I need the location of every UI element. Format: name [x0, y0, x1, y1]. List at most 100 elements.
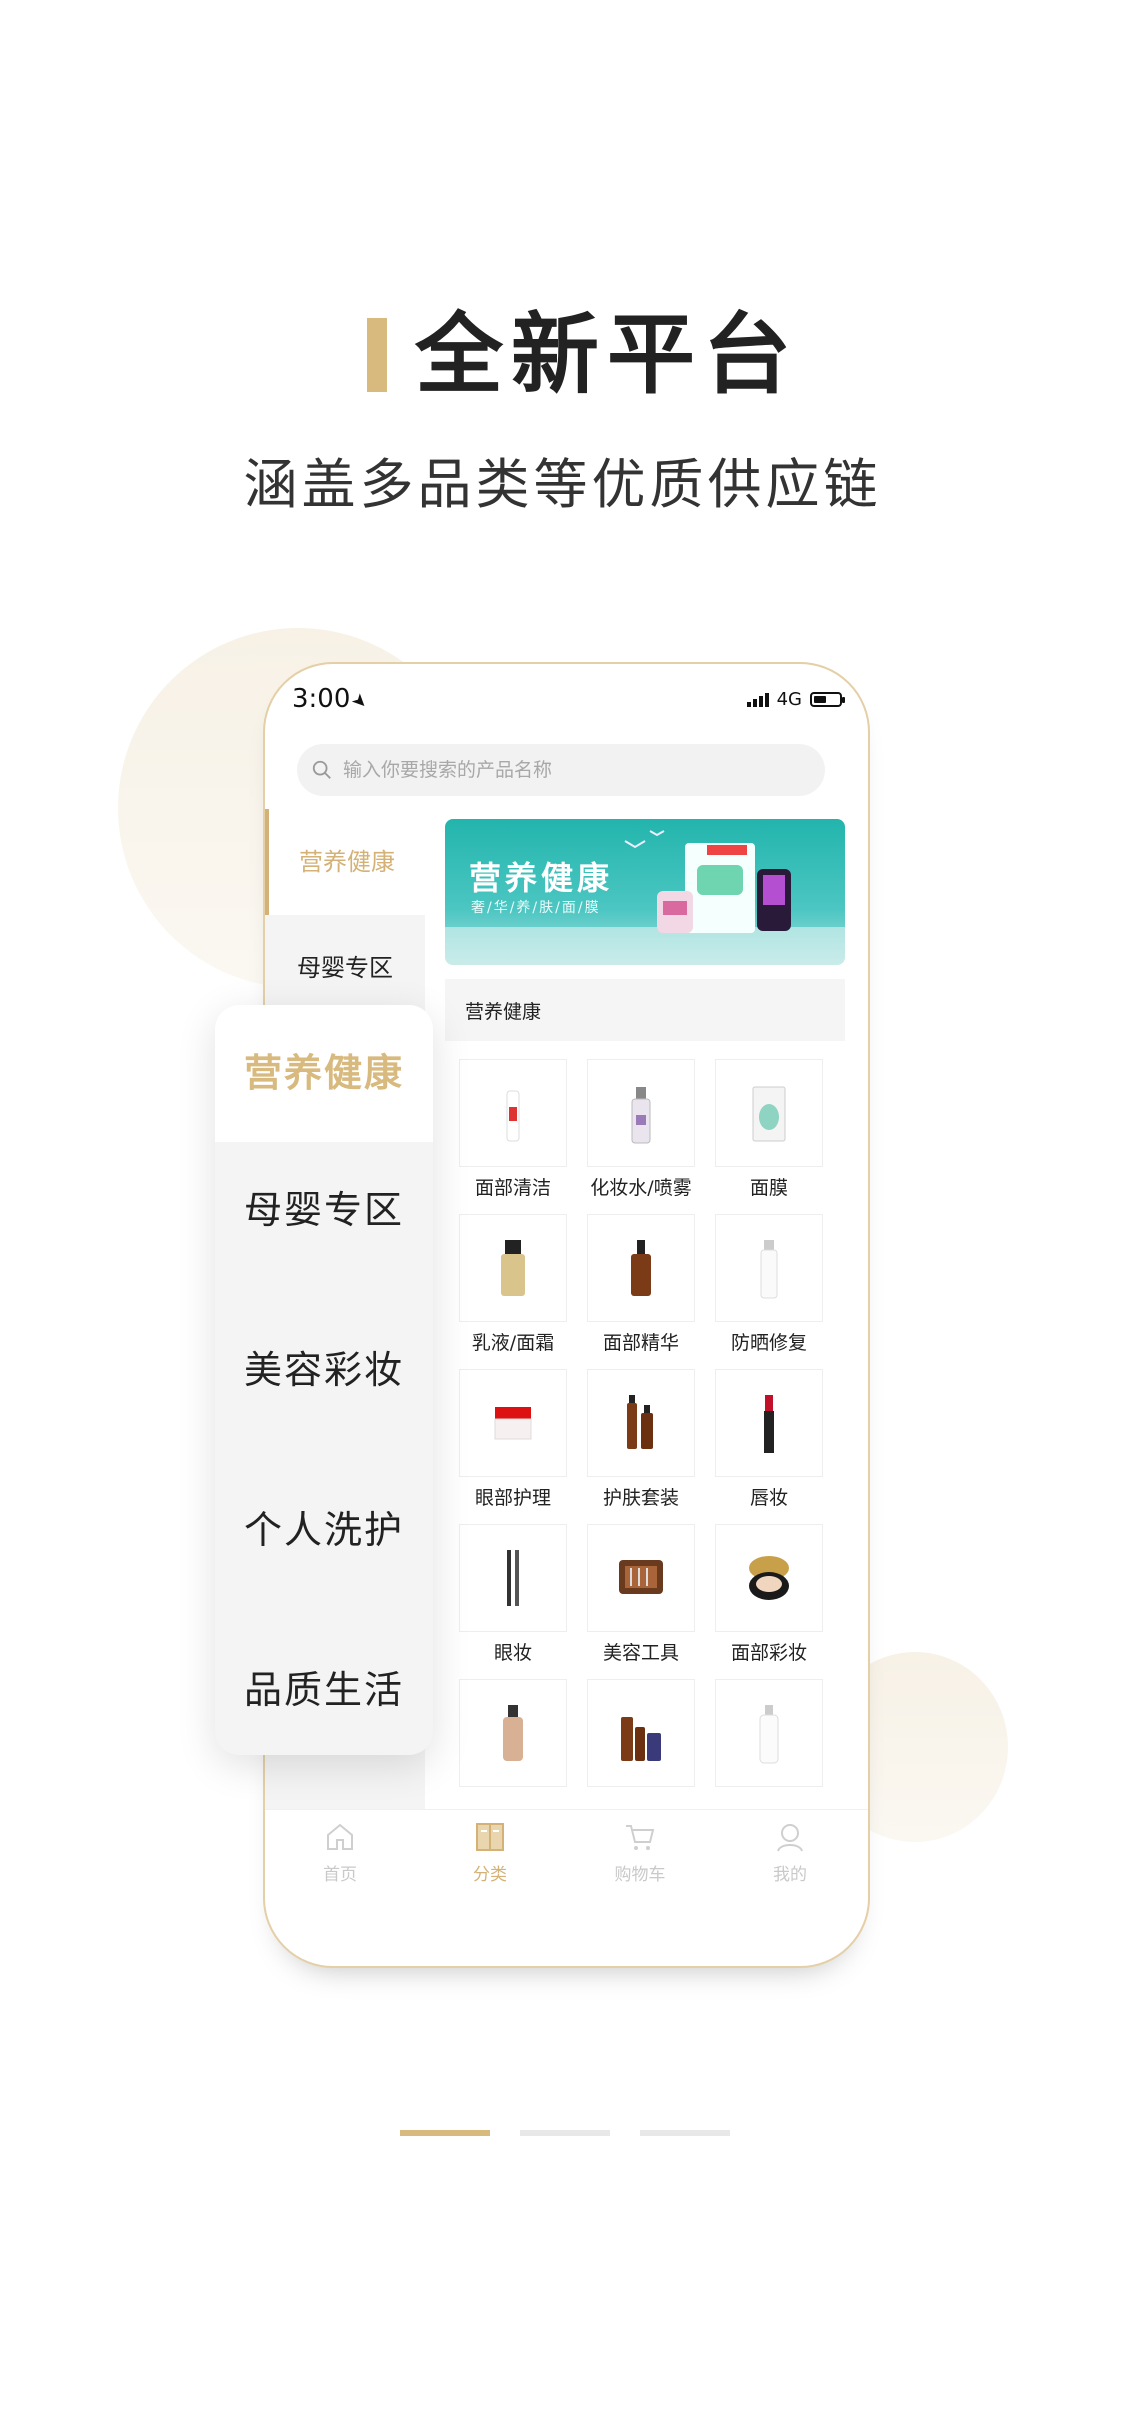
lotion-bottle-icon	[759, 1705, 779, 1764]
product-thumbnail	[715, 1369, 823, 1477]
page-indicator-dot	[400, 2130, 490, 2136]
tab-profile[interactable]: 我的	[715, 1820, 865, 1885]
product-cell[interactable]: 防晒修复	[711, 1214, 827, 1364]
tab-label: 我的	[773, 1865, 807, 1885]
product-thumbnail	[587, 1369, 695, 1477]
signal-icon	[746, 691, 769, 707]
product-cell[interactable]: 面部清洁	[455, 1059, 571, 1209]
skincare-set-icon	[627, 1395, 653, 1449]
category-popout: 营养健康 母婴专区美容彩妆个人洗护品质生活	[215, 1005, 433, 1755]
sunscreen-tube-icon	[760, 1240, 778, 1299]
popout-item[interactable]: 个人洗护	[215, 1462, 433, 1599]
eyeliner-icon	[507, 1550, 519, 1606]
foundation-bottle-icon	[503, 1705, 523, 1761]
lipstick-icon	[764, 1395, 774, 1453]
tab-label: 购物车	[614, 1865, 666, 1885]
eye-cream-jar-icon	[494, 1407, 532, 1440]
product-thumbnail	[715, 1214, 823, 1322]
product-label: 眼妆	[493, 1642, 532, 1664]
popout-item[interactable]: 母婴专区	[215, 1142, 433, 1279]
product-label: 美容工具	[602, 1642, 679, 1664]
page-indicator-dot	[640, 2130, 730, 2136]
popout-item[interactable]: 品质生活	[215, 1622, 433, 1755]
tab-cart[interactable]: 购物车	[565, 1820, 715, 1885]
cushion-compact-icon	[749, 1556, 789, 1600]
face-mask-icon	[752, 1086, 786, 1142]
page-title: 全新平台	[415, 303, 800, 406]
status-right: 4G	[746, 688, 845, 710]
cream-jar-icon	[501, 1240, 525, 1296]
product-thumbnail	[459, 1524, 567, 1632]
tab-label: 分类	[473, 1865, 507, 1885]
cleanser-tube-icon	[506, 1090, 520, 1142]
product-cell[interactable]: 面部精华	[583, 1214, 699, 1364]
product-label: 面膜	[749, 1177, 788, 1199]
serum-bottle-icon	[631, 1240, 651, 1296]
time-text: 3:00	[292, 684, 351, 714]
product-label: 面部精华	[602, 1332, 679, 1354]
product-cell[interactable]: 面膜	[711, 1059, 827, 1209]
product-cell[interactable]: 眼部护理	[455, 1369, 571, 1519]
status-bar: 3:00➤ 4G	[265, 664, 868, 734]
toner-bottle-icon	[631, 1087, 651, 1144]
search-icon	[312, 760, 331, 779]
product-thumbnail	[715, 1679, 823, 1787]
product-cell[interactable]	[711, 1679, 827, 1829]
popout-item[interactable]: 营养健康	[215, 1005, 433, 1142]
cart-icon	[626, 1825, 655, 1850]
product-thumbnail	[459, 1369, 567, 1477]
product-cell[interactable]: 护肤套装	[583, 1369, 699, 1519]
battery-icon	[810, 691, 845, 707]
section-header: 营养健康	[445, 979, 845, 1041]
search-input[interactable]	[341, 758, 795, 782]
tab-category[interactable]: 分类	[415, 1820, 565, 1885]
product-thumbnail	[587, 1679, 695, 1787]
headline: 全新平台	[0, 300, 1125, 410]
product-thumbnail	[587, 1524, 695, 1632]
product-thumbnail	[587, 1214, 695, 1322]
page-indicator	[0, 2130, 1125, 2136]
product-thumbnail	[459, 1214, 567, 1322]
search-bar[interactable]	[297, 744, 825, 796]
product-label: 防晒修复	[730, 1332, 807, 1354]
product-cell[interactable]	[583, 1679, 699, 1829]
product-thumbnail	[587, 1059, 695, 1167]
page-subtitle: 涵盖多品类等优质供应链	[243, 453, 882, 516]
section-title: 营养健康	[465, 1001, 542, 1023]
user-icon	[777, 1824, 803, 1852]
product-label: 眼部护理	[474, 1487, 551, 1509]
product-cell[interactable]: 美容工具	[583, 1524, 699, 1674]
product-thumbnail	[459, 1679, 567, 1787]
home-icon	[327, 1823, 353, 1850]
product-thumbnail	[715, 1059, 823, 1167]
sidebar-item-nutrition[interactable]: 营养健康	[265, 809, 425, 915]
product-label: 面部清洁	[474, 1177, 551, 1199]
product-cell[interactable]	[455, 1679, 571, 1829]
category-banner[interactable]: 营养健康 奢/华/养/肤/面/膜	[445, 819, 845, 965]
network-label: 4G	[776, 688, 802, 710]
product-label: 面部彩妆	[730, 1642, 807, 1664]
serum-set-icon	[621, 1717, 661, 1761]
tab-bar: 首页 分类 购物车 我的	[265, 1809, 868, 1900]
status-time: 3:00➤	[292, 684, 373, 714]
location-arrow-icon: ➤	[347, 688, 373, 715]
product-label: 唇妆	[749, 1487, 788, 1509]
tab-home[interactable]: 首页	[265, 1820, 415, 1885]
beauty-tools-icon	[619, 1560, 663, 1594]
category-icon	[476, 1823, 504, 1851]
product-cell[interactable]: 化妆水/喷雾	[583, 1059, 699, 1209]
product-label: 护肤套装	[602, 1487, 679, 1509]
product-cell[interactable]: 乳液/面霜	[455, 1214, 571, 1364]
product-cell[interactable]: 面部彩妆	[711, 1524, 827, 1674]
banner-title: 营养健康	[469, 859, 614, 897]
product-thumbnail	[459, 1059, 567, 1167]
product-label: 化妆水/喷雾	[590, 1177, 692, 1199]
product-label: 乳液/面霜	[471, 1332, 555, 1354]
product-cell[interactable]: 眼妆	[455, 1524, 571, 1674]
product-cell[interactable]: 唇妆	[711, 1369, 827, 1519]
banner-subtitle: 奢/华/养/肤/面/膜	[471, 900, 601, 916]
product-thumbnail	[715, 1524, 823, 1632]
popout-item[interactable]: 美容彩妆	[215, 1302, 433, 1439]
accent-bar	[367, 318, 387, 392]
tab-label: 首页	[323, 1865, 357, 1885]
